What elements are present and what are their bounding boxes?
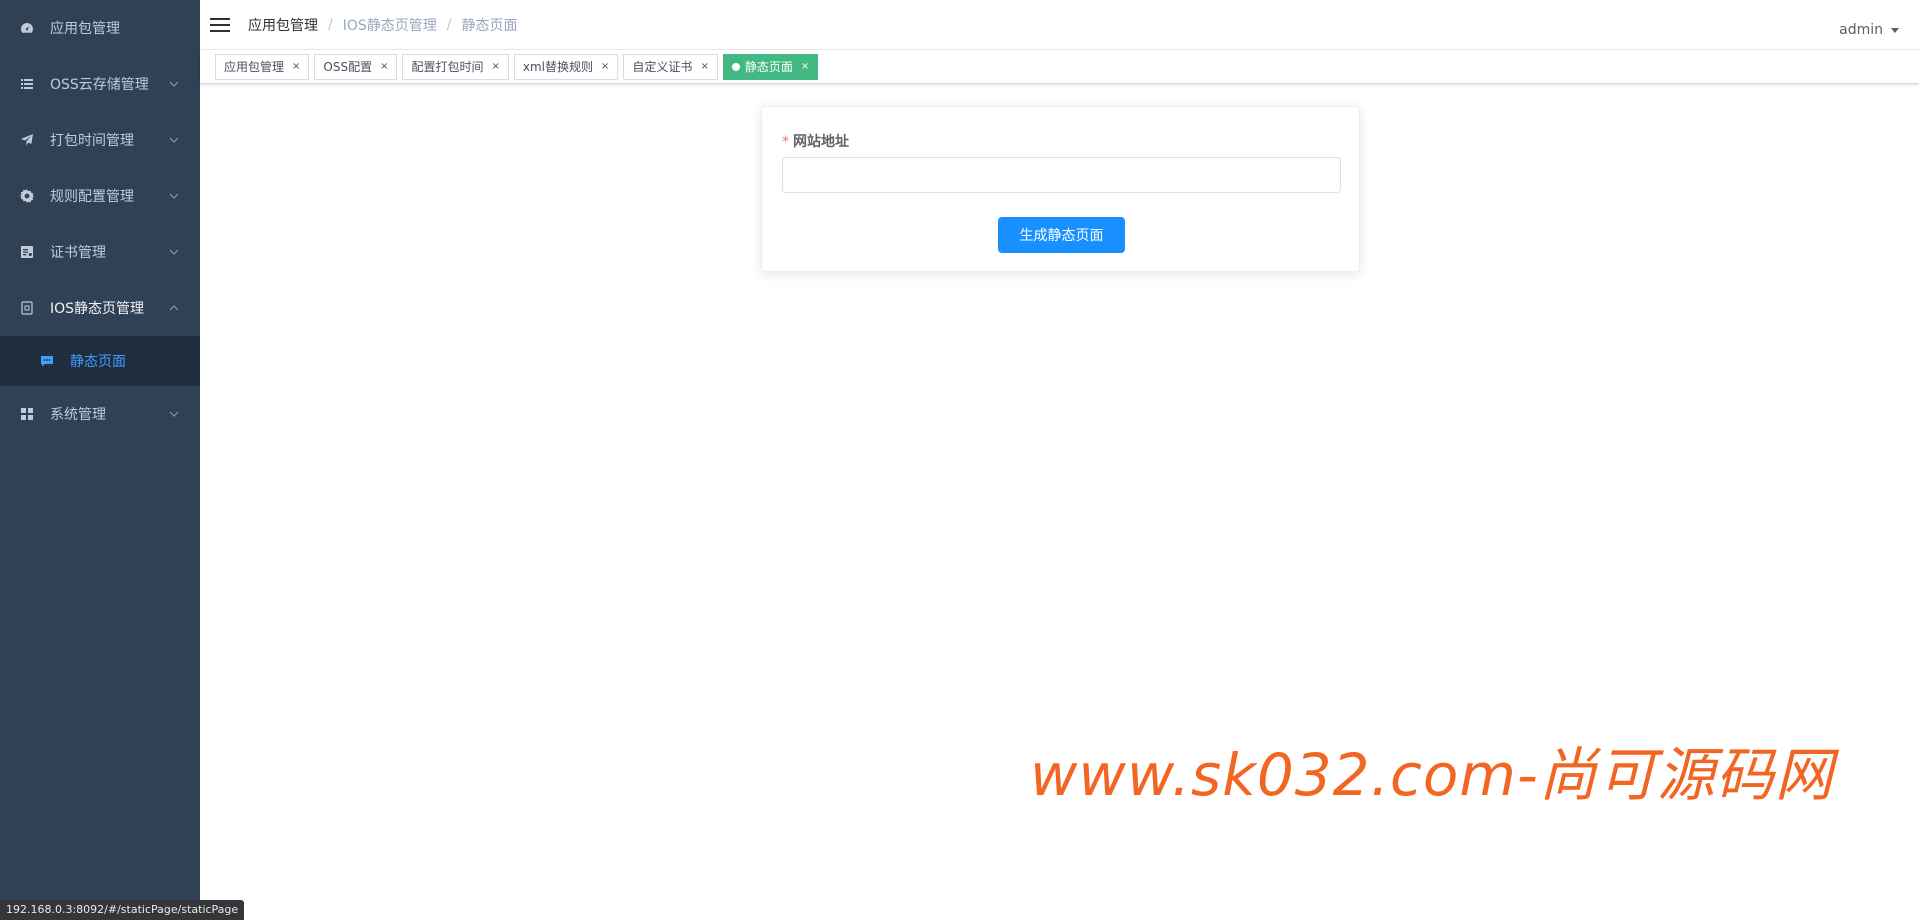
close-icon[interactable]: × (601, 55, 609, 79)
navbar: 应用包管理 / IOS静态页管理 / 静态页面 admin (200, 0, 1919, 50)
breadcrumb-separator: / (446, 16, 452, 33)
field-label-text: 网站地址 (793, 134, 849, 150)
submenu-ios-static: 静态页面 (0, 336, 200, 386)
gear-icon (20, 189, 34, 203)
list-icon (20, 77, 34, 91)
generate-static-page-button[interactable]: 生成静态页面 (998, 217, 1125, 253)
breadcrumb-item[interactable]: 应用包管理 (248, 15, 318, 35)
sidebar-subitem-static-page[interactable]: 静态页面 (0, 336, 200, 386)
chat-icon (40, 354, 54, 368)
sidebar-item-label: 证书管理 (50, 245, 106, 261)
sidebar-item-ios-static[interactable]: IOS静态页管理 (0, 280, 200, 336)
chevron-up-icon (168, 302, 180, 314)
chevron-down-icon (168, 408, 180, 420)
close-icon[interactable]: × (700, 55, 708, 79)
close-icon[interactable]: × (801, 55, 809, 79)
sidebar-item-label: 应用包管理 (50, 21, 120, 37)
page-icon (20, 301, 34, 315)
breadcrumb-separator: / (328, 16, 333, 33)
close-icon[interactable]: × (492, 55, 500, 79)
sidebar-item-app-packages[interactable]: 应用包管理 (0, 0, 200, 56)
active-dot-icon (731, 62, 740, 71)
required-mark: * (782, 134, 789, 150)
hamburger-icon[interactable] (210, 15, 230, 35)
watermark: www.sk032.com-尚可源码网 (1030, 741, 1834, 809)
breadcrumb: 应用包管理 / IOS静态页管理 / 静态页面 (248, 15, 517, 35)
sidebar-item-label: 打包时间管理 (50, 133, 134, 149)
status-url: 192.168.0.3:8092/#/staticPage/staticPage (0, 900, 245, 920)
certificate-icon (20, 245, 34, 259)
sidebar-item-rules[interactable]: 规则配置管理 (0, 168, 200, 224)
tag-label: 配置打包时间 (411, 59, 484, 74)
sidebar: 应用包管理 OSS云存储管理 打包时间管理 规则配置管理 证书管理 IOS静态页… (0, 0, 200, 920)
website-url-input[interactable] (782, 157, 1341, 193)
tag-xml-rules[interactable]: xml替换规则 × (513, 53, 619, 80)
caret-down-icon (1891, 27, 1899, 33)
tag-label: 自定义证书 (632, 59, 693, 74)
tag-app-packages[interactable]: 应用包管理 × (215, 53, 310, 80)
sidebar-item-oss[interactable]: OSS云存储管理 (0, 56, 200, 112)
chevron-down-icon (168, 246, 180, 258)
tag-custom-cert[interactable]: 自定义证书 × (623, 53, 718, 80)
sidebar-item-label: 静态页面 (70, 354, 126, 370)
tag-static-page[interactable]: 静态页面 × (722, 53, 819, 80)
tag-label: 应用包管理 (224, 59, 285, 74)
tag-pack-time[interactable]: 配置打包时间 × (402, 53, 509, 80)
tag-oss-config[interactable]: OSS配置 × (314, 53, 398, 80)
sidebar-item-label: OSS云存储管理 (50, 77, 149, 93)
sidebar-item-certificates[interactable]: 证书管理 (0, 224, 200, 280)
breadcrumb-item: 静态页面 (461, 17, 518, 34)
chevron-down-icon (168, 190, 180, 202)
tag-label: OSS配置 (323, 59, 373, 74)
chevron-down-icon (168, 134, 180, 146)
tag-label: 静态页面 (744, 59, 793, 74)
close-icon[interactable]: × (292, 55, 300, 79)
tag-label: xml替换规则 (522, 59, 594, 74)
sidebar-item-label: IOS静态页管理 (50, 301, 145, 317)
sidebar-item-pack-time[interactable]: 打包时间管理 (0, 112, 200, 168)
sidebar-item-system[interactable]: 系统管理 (0, 386, 200, 442)
breadcrumb-item: IOS静态页管理 (342, 17, 437, 34)
chevron-down-icon (168, 78, 180, 90)
sidebar-item-label: 系统管理 (50, 407, 106, 423)
website-url-label: * 网站地址 (782, 131, 849, 151)
form-card: * 网站地址 生成静态页面 (761, 106, 1360, 272)
paper-plane-icon (20, 133, 34, 147)
sidebar-item-label: 规则配置管理 (50, 189, 134, 205)
close-icon[interactable]: × (380, 55, 388, 79)
tags-view: 应用包管理 × OSS配置 × 配置打包时间 × xml替换规则 × 自定义证书 × 静态… (200, 50, 1919, 84)
user-name: admin (1839, 22, 1883, 38)
dashboard-icon (20, 21, 34, 35)
grid-icon (20, 407, 34, 421)
